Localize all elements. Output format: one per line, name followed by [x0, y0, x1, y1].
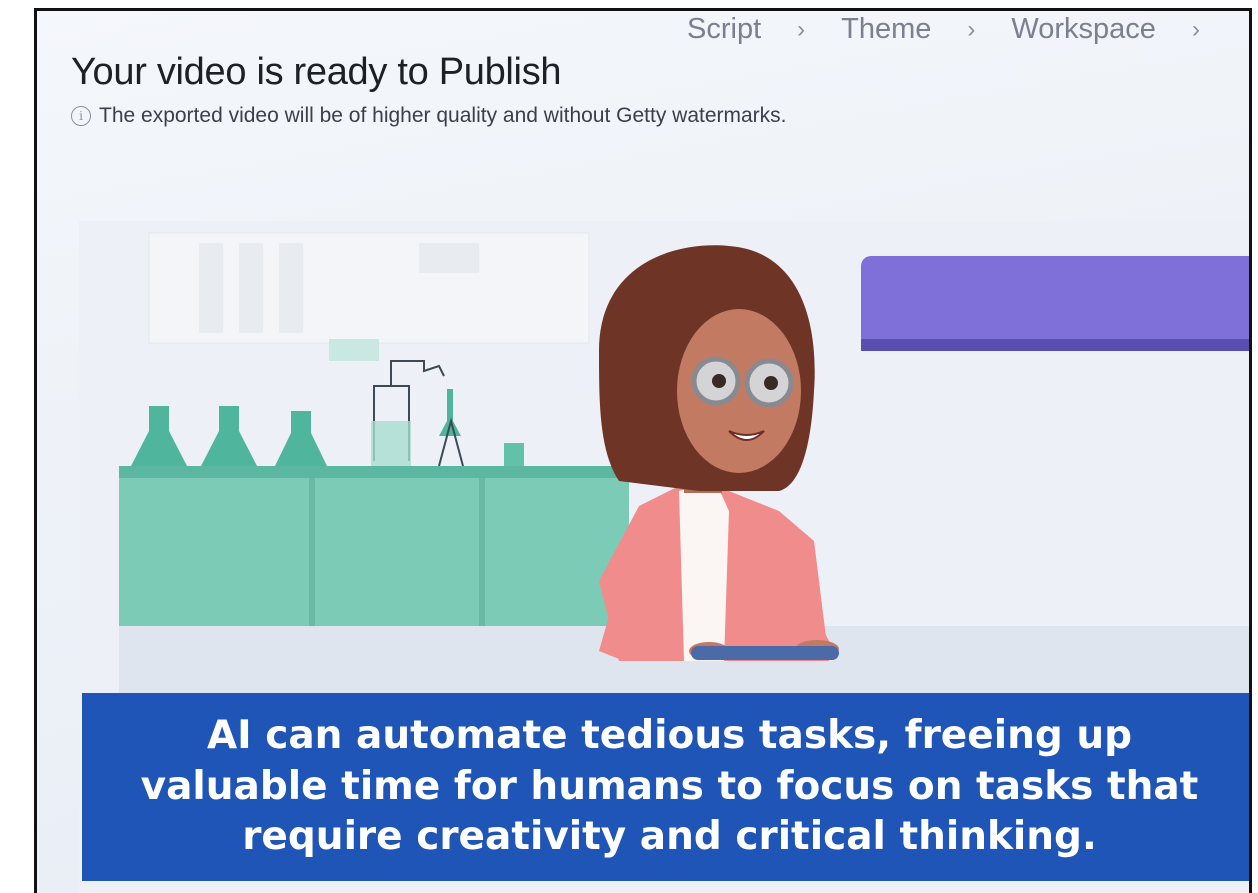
chevron-right-icon: › [1191, 15, 1200, 43]
page-header: Your video is ready to Publish i The exp… [71, 51, 787, 128]
chevron-right-icon: › [797, 15, 806, 43]
step-workspace[interactable]: Workspace [1011, 13, 1156, 46]
video-caption-text: AI can automate tedious tasks, freeing u… [140, 712, 1199, 860]
step-theme[interactable]: Theme [841, 13, 931, 46]
page-title: Your video is ready to Publish [71, 51, 562, 93]
screen: Script › Theme › Workspace › Your video … [34, 8, 1252, 893]
breadcrumb-stepper: Script › Theme › Workspace › [687, 13, 1200, 46]
info-icon: i [71, 106, 91, 126]
export-notice: i The exported video will be of higher q… [71, 104, 787, 128]
export-notice-text: The exported video will be of higher qua… [99, 104, 787, 127]
chevron-right-icon: › [967, 15, 976, 43]
step-script[interactable]: Script [687, 13, 761, 46]
video-caption: AI can automate tedious tasks, freeing u… [82, 693, 1249, 881]
